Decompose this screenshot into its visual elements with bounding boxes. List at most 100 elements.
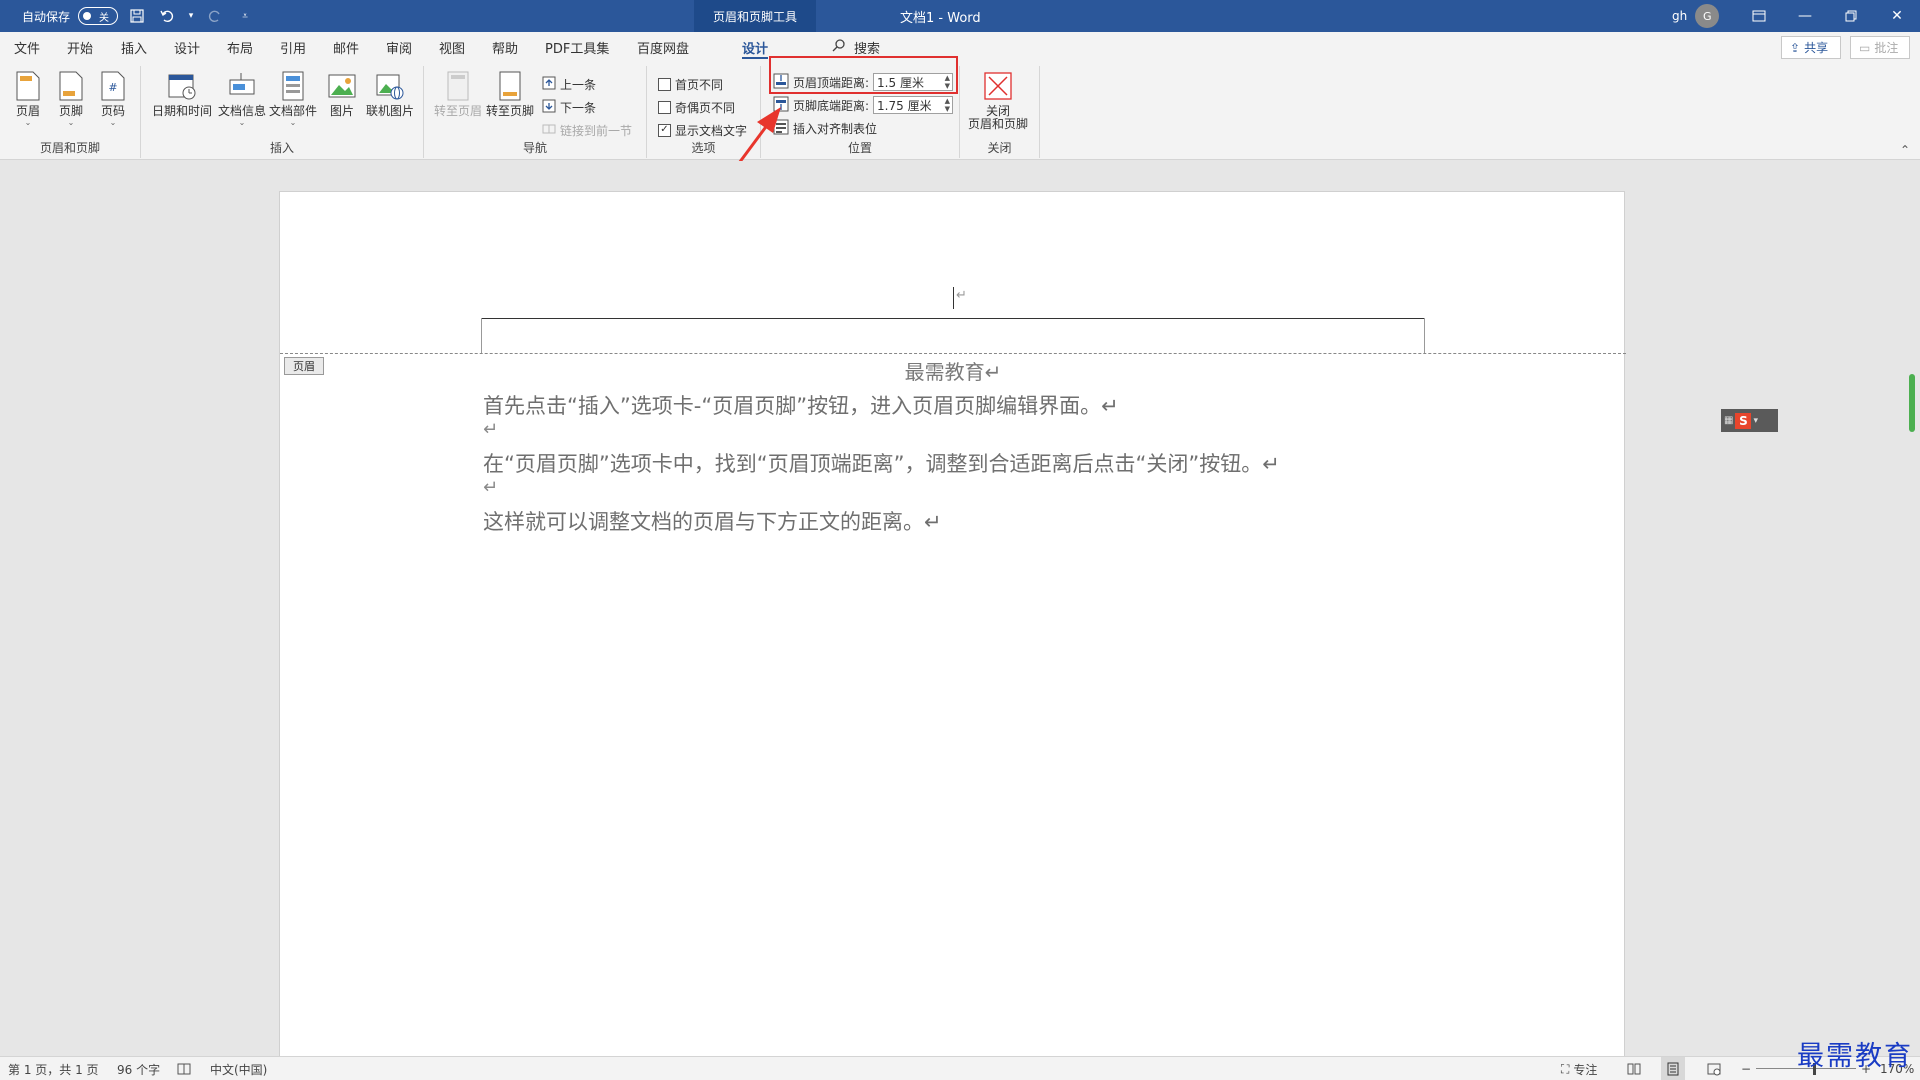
web-layout-icon[interactable]	[1707, 1057, 1721, 1080]
undo-dropdown-icon[interactable]: ▾	[186, 5, 196, 27]
checkbox-unchecked-icon	[658, 100, 671, 114]
tab-references[interactable]: 引用	[280, 32, 306, 62]
sogou-ime-icon[interactable]: S	[1735, 412, 1752, 429]
tab-mailings[interactable]: 邮件	[333, 32, 359, 62]
page-count[interactable]: 第 1 页，共 1 页	[8, 1057, 99, 1080]
comments-button[interactable]: ▭ 批注	[1850, 36, 1910, 59]
document-heading[interactable]: 最需教育↵	[280, 356, 1626, 385]
link-to-previous-label: 链接到前一节	[560, 123, 633, 138]
header-rule-line	[481, 318, 1425, 319]
goto-header-button[interactable]: 转至页眉	[434, 70, 482, 119]
language-indicator[interactable]: 中文(中国)	[210, 1057, 267, 1080]
read-mode-icon[interactable]	[1627, 1057, 1641, 1080]
empty-paragraph[interactable]: ↵	[483, 477, 498, 498]
goto-footer-button[interactable]: 转至页脚	[486, 70, 534, 119]
minimize-icon[interactable]: —	[1782, 0, 1828, 32]
link-icon	[542, 122, 556, 139]
tab-review[interactable]: 审阅	[386, 32, 412, 62]
title-bar: 自动保存 关 ▾ ⩡ 页眉和页脚工具 文档1 - Word gh G — ✕	[0, 0, 1920, 32]
close-window-icon[interactable]: ✕	[1874, 0, 1920, 32]
empty-paragraph[interactable]: ↵	[483, 419, 498, 440]
chevron-down-icon: ⌄	[109, 118, 117, 127]
previous-button[interactable]: 上一条	[542, 74, 596, 94]
next-button[interactable]: 下一条	[542, 97, 596, 117]
tab-view[interactable]: 视图	[439, 32, 465, 62]
date-time-label: 日期和时间	[152, 104, 213, 118]
footer-icon	[55, 70, 87, 102]
group-close: 关闭 页眉和页脚 关闭	[960, 66, 1040, 158]
tab-baidu-netdisk[interactable]: 百度网盘	[637, 32, 689, 62]
status-bar: 第 1 页，共 1 页 96 个字 中文(中国) ⛶ 专注 − + 170%	[0, 1056, 1920, 1080]
zoom-out-icon[interactable]: −	[1741, 1057, 1751, 1080]
share-label: 共享	[1804, 41, 1829, 55]
footer-from-bottom-input[interactable]: 1.75 厘米 ▲ ▼	[873, 96, 954, 114]
ime-toolbar[interactable]: ▦ S ▾	[1721, 409, 1778, 432]
document-info-button[interactable]: 文档信息 ⌄	[218, 70, 266, 127]
text-cursor	[953, 287, 954, 309]
different-odd-even-label: 奇偶页不同	[675, 100, 736, 115]
tab-insert[interactable]: 插入	[121, 32, 147, 62]
tab-design[interactable]: 设计	[174, 32, 200, 62]
header-boundary	[280, 353, 1626, 354]
goto-header-label: 转至页眉	[434, 104, 483, 118]
ribbon: 页眉 ⌄ 页脚 ⌄ # 页码 ⌄ 页眉和页脚 日期和时间 文档信息 ⌄ 文档部件…	[0, 62, 1920, 160]
show-document-text-checkbox[interactable]: ✓ 显示文档文字	[658, 120, 747, 140]
page-number-icon: #	[97, 70, 129, 102]
tab-home[interactable]: 开始	[67, 32, 93, 62]
picture-button[interactable]: 图片	[326, 70, 358, 119]
ribbon-display-options-icon[interactable]	[1736, 0, 1782, 32]
proofing-icon[interactable]	[177, 1057, 191, 1080]
footer-button[interactable]: 页脚 ⌄	[55, 70, 87, 127]
online-picture-button[interactable]: 联机图片	[366, 70, 414, 119]
print-layout-icon[interactable]	[1661, 1057, 1685, 1080]
quick-access-toolbar: 自动保存 关 ▾ ⩡	[22, 0, 256, 32]
word-count[interactable]: 96 个字	[117, 1057, 160, 1080]
previous-label: 上一条	[560, 77, 597, 92]
document-page[interactable]: ↵ 页眉 最需教育↵ 首先点击“插入”选项卡-“页眉页脚”按钮，进入页眉页脚编辑…	[279, 191, 1626, 1071]
group-navigation: 转至页眉 转至页脚 上一条 下一条 链接到前一节 导航	[424, 66, 647, 158]
tab-layout[interactable]: 布局	[227, 32, 253, 62]
group-options: 首页不同 奇偶页不同 ✓ 显示文档文字 选项	[647, 66, 761, 158]
context-tab-title: 页眉和页脚工具	[694, 0, 816, 32]
group-header-footer: 页眉 ⌄ 页脚 ⌄ # 页码 ⌄ 页眉和页脚	[0, 66, 141, 158]
different-odd-even-checkbox[interactable]: 奇偶页不同	[658, 97, 735, 117]
quick-parts-button[interactable]: 文档部件 ⌄	[269, 70, 317, 127]
user-area[interactable]: gh G	[1672, 0, 1720, 32]
comment-icon: ▭	[1859, 40, 1871, 55]
save-icon[interactable]	[126, 5, 148, 27]
close-header-footer-button[interactable]: 关闭 页眉和页脚	[968, 70, 1028, 132]
tab-help[interactable]: 帮助	[492, 32, 518, 62]
tab-file[interactable]: 文件	[14, 32, 40, 62]
page-number-button[interactable]: # 页码 ⌄	[97, 70, 129, 127]
document-canvas[interactable]: ↵ 页眉 最需教育↵ 首先点击“插入”选项卡-“页眉页脚”按钮，进入页眉页脚编辑…	[0, 161, 1920, 1071]
focus-mode-button[interactable]: ⛶ 专注	[1561, 1057, 1597, 1080]
different-first-page-checkbox[interactable]: 首页不同	[658, 74, 723, 94]
tab-pdf-tools[interactable]: PDF工具集	[545, 32, 609, 62]
date-time-button[interactable]: 日期和时间	[152, 70, 212, 119]
online-picture-label: 联机图片	[366, 104, 415, 118]
restore-icon[interactable]	[1828, 0, 1874, 32]
vertical-scrollbar-thumb[interactable]	[1909, 374, 1915, 432]
checkbox-unchecked-icon	[658, 77, 671, 91]
footer-from-bottom-label: 页脚底端距离:	[793, 98, 870, 113]
document-info-label: 文档信息	[218, 104, 267, 118]
tab-header-footer-design[interactable]: 设计	[742, 32, 769, 62]
autosave-toggle[interactable]: 关	[78, 7, 119, 25]
footer-from-bottom-value: 1.75 厘米	[877, 98, 932, 113]
header-button[interactable]: 页眉 ⌄	[12, 70, 44, 127]
avatar[interactable]: G	[1695, 4, 1720, 28]
chevron-down-icon[interactable]: ▾	[1753, 416, 1758, 426]
undo-icon[interactable]	[156, 5, 178, 27]
keyboard-icon: ▦	[1724, 415, 1734, 426]
link-to-previous-button[interactable]: 链接到前一节	[542, 120, 632, 140]
share-button[interactable]: ⇪ 共享	[1781, 36, 1841, 59]
collapse-ribbon-icon[interactable]: ⌃	[1900, 143, 1910, 157]
paragraph-2[interactable]: 在“页眉页脚”选项卡中，找到“页眉顶端距离”，调整到合适距离后点击“关闭”按钮。…	[483, 448, 1280, 478]
customize-qat-icon[interactable]: ⩡	[234, 5, 256, 27]
paragraph-1[interactable]: 首先点击“插入”选项卡-“页眉页脚”按钮，进入页眉页脚编辑界面。↵	[483, 390, 1119, 420]
paragraph-3[interactable]: 这样就可以调整文档的页眉与下方正文的距离。↵	[483, 506, 942, 536]
insert-alignment-tab-button[interactable]: 插入对齐制表位	[773, 118, 877, 138]
spinner-arrows-icon[interactable]: ▲ ▼	[945, 97, 950, 113]
chevron-down-icon: ⌄	[238, 118, 246, 127]
redo-icon[interactable]	[204, 5, 226, 27]
